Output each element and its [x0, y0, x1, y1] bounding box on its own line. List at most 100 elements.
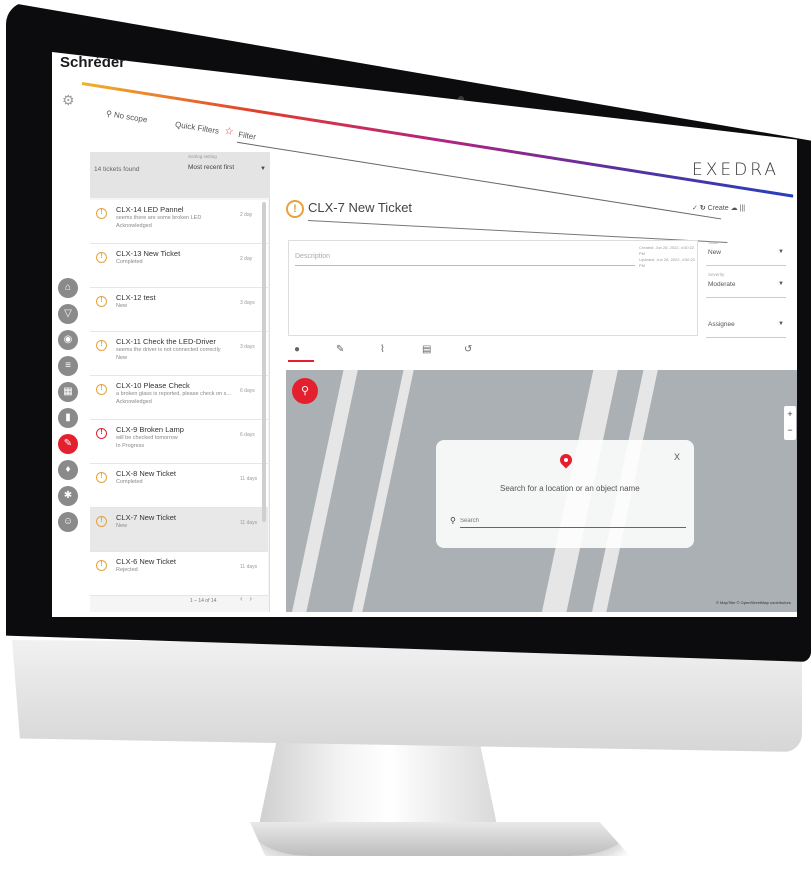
close-icon[interactable]: X — [674, 452, 680, 462]
ticket-row[interactable]: ! CLX-11 Check the LED-Driver seems the … — [90, 332, 268, 376]
wrench-icon[interactable]: ✎ — [58, 434, 78, 454]
zoom-control[interactable]: + − — [784, 406, 796, 440]
ticket-age: 3 days — [240, 344, 255, 350]
ticket-row[interactable]: ! CLX-6 New Ticket Rejected 11 days — [90, 552, 268, 596]
cloud-icon[interactable]: ☁ — [731, 205, 738, 212]
warning-icon: ! — [96, 208, 107, 219]
state-value: New — [708, 249, 722, 256]
description-box[interactable]: Description Created: Jun 28, 2022, 4:50:… — [288, 240, 698, 336]
ticket-status: Rejected — [116, 567, 138, 573]
ticket-age: 2 day — [240, 212, 253, 218]
dialog-message: Search for a location or an object name — [500, 484, 640, 493]
chevron-down-icon: ▼ — [778, 281, 784, 287]
map-search-button[interactable]: ⚲ — [292, 378, 318, 404]
lamp-icon[interactable]: ♦ — [58, 460, 78, 480]
tab-wrench-icon[interactable]: ✎ — [336, 344, 344, 355]
pager-label: 1 – 14 of 14 — [190, 598, 217, 604]
ticket-title: CLX-6 New Ticket — [116, 557, 177, 566]
severity-select[interactable]: Severity Moderate ▼ — [706, 272, 786, 298]
quick-filters-button[interactable]: Quick Filters — [174, 120, 219, 136]
ticket-list-header: 14 tickets found Sorting setting Most re… — [90, 152, 270, 198]
state-select[interactable]: State New ▼ — [706, 240, 786, 266]
state-label: State — [708, 240, 719, 245]
location-icon[interactable]: ◉ — [58, 330, 78, 350]
warning-icon: ! — [96, 296, 107, 307]
star-icon[interactable]: ☆ — [224, 126, 235, 138]
scope-button[interactable]: ⚲ No scope — [105, 109, 148, 124]
check-icon[interactable]: ✓ — [692, 205, 698, 212]
ticket-row[interactable]: ! CLX-8 New Ticket Completed 11 days — [90, 464, 268, 508]
tab-attachment-icon[interactable]: ⌇ — [380, 344, 385, 355]
warning-icon: ! — [96, 472, 107, 483]
refresh-icon[interactable]: ↻ — [700, 205, 706, 212]
ticket-age: 6 days — [240, 432, 255, 438]
ticket-detail-panel: ! CLX-7 New Ticket ✓ ↻ Create ☁ ||| Desc… — [272, 170, 797, 617]
warning-icon: ! — [96, 340, 107, 351]
user-icon[interactable]: ☺ — [58, 512, 78, 532]
ticket-row[interactable]: ! CLX-9 Broken Lamp will be checked tomo… — [90, 420, 268, 464]
ticket-list-scrollbar[interactable] — [262, 202, 266, 522]
assignee-select[interactable]: Assignee ▼ — [706, 312, 786, 338]
list-icon[interactable]: ≡ — [58, 356, 78, 376]
ticket-row[interactable]: ! CLX-13 New Ticket Completed 2 day — [90, 244, 268, 288]
ticket-status: Completed — [116, 259, 143, 265]
ticket-title: CLX-8 New Ticket — [116, 469, 177, 478]
ticket-age: 2 day — [240, 256, 253, 262]
assignee-label: Assignee — [708, 321, 735, 328]
tab-comment-icon[interactable]: ▤ — [422, 344, 431, 355]
location-search-input[interactable] — [460, 514, 686, 528]
filter-icon[interactable]: ▽ — [58, 304, 78, 324]
screen: Schréder ⚙ ⚲ No scope Quick Filters ☆ Fi… — [52, 52, 797, 617]
ticket-age: 11 days — [240, 520, 258, 526]
network-icon[interactable]: ✱ — [58, 486, 78, 506]
warning-icon: ! — [96, 516, 107, 527]
ticket-title: CLX-11 Check the LED-Driver — [116, 337, 216, 346]
search-icon: ⚲ — [450, 516, 456, 525]
home-icon[interactable]: ⌂ — [58, 278, 78, 298]
ticket-subtitle: seems there are some broken LED — [116, 215, 202, 221]
map-view[interactable]: ⚲ + − © MapTiler © OpenStreetMap contribu… — [286, 370, 797, 612]
ticket-age: 11 days — [240, 476, 258, 482]
ticket-row-selected[interactable]: ! CLX-7 New Ticket New 11 days — [90, 508, 268, 552]
map-road — [344, 370, 418, 612]
map-copyright: © MapTiler © OpenStreetMap contributors — [716, 600, 791, 605]
location-pin-dot — [564, 458, 568, 462]
battery-icon[interactable]: ▮ — [58, 408, 78, 428]
ticket-title: CLX-10 Please Check — [116, 381, 190, 390]
detail-actions: ✓ ↻ Create ☁ ||| — [692, 204, 745, 212]
ticket-title: CLX-13 New Ticket — [116, 249, 181, 258]
location-search-dialog: X Search for a location or an object nam… — [436, 440, 694, 548]
ticket-row[interactable]: ! CLX-10 Please Check a broken glass is … — [90, 376, 268, 420]
ticket-title: CLX-9 Broken Lamp — [116, 425, 184, 434]
description-label: Description — [295, 253, 331, 260]
sort-label: Sorting setting — [188, 154, 217, 159]
updated-date: Updated: Jun 28, 2022, 4:50:22 PM — [639, 257, 696, 268]
ticket-status: New — [116, 303, 128, 309]
chevron-down-icon[interactable]: ▼ — [260, 166, 266, 172]
ticket-row[interactable]: ! CLX-12 test New 3 days — [90, 288, 268, 332]
ticket-subtitle: seems the driver is not connected correc… — [116, 347, 221, 353]
monitor-stand-base — [250, 822, 630, 856]
ticket-status: Acknowledged — [116, 223, 152, 229]
tab-history-icon[interactable]: ↺ — [464, 344, 472, 355]
ticket-title: CLX-14 LED Pannel — [116, 205, 184, 214]
gear-icon[interactable]: ⚙ — [62, 92, 75, 109]
left-nav-rail: ⌂ ▽ ◉ ≡ ▦ ▮ ✎ ♦ ✱ ☺ — [52, 272, 86, 612]
warning-icon: ! — [96, 252, 107, 263]
menu-icon[interactable]: ||| — [740, 205, 745, 212]
ticket-age: 6 days — [240, 388, 255, 394]
ticket-row[interactable]: ! CLX-14 LED Pannel seems there are some… — [90, 200, 268, 244]
pager-arrows[interactable]: ‹ › — [240, 594, 252, 603]
chevron-down-icon: ▼ — [778, 249, 784, 255]
ticket-properties-form: State New ▼ Severity Moderate ▼ Assignee… — [706, 240, 786, 360]
grid-icon[interactable]: ▦ — [58, 382, 78, 402]
monitor-stand — [258, 738, 498, 830]
tickets-found-count: 14 tickets found — [94, 166, 140, 173]
sort-select[interactable]: Most recent first — [188, 164, 234, 171]
severity-value: Moderate — [708, 281, 736, 288]
create-button[interactable]: Create — [708, 205, 729, 212]
ticket-title-input[interactable]: CLX-7 New Ticket — [308, 200, 412, 215]
warning-icon: ! — [286, 200, 304, 218]
filter-input[interactable]: Filter — [238, 130, 257, 142]
tab-location-icon[interactable]: ● — [294, 344, 300, 355]
